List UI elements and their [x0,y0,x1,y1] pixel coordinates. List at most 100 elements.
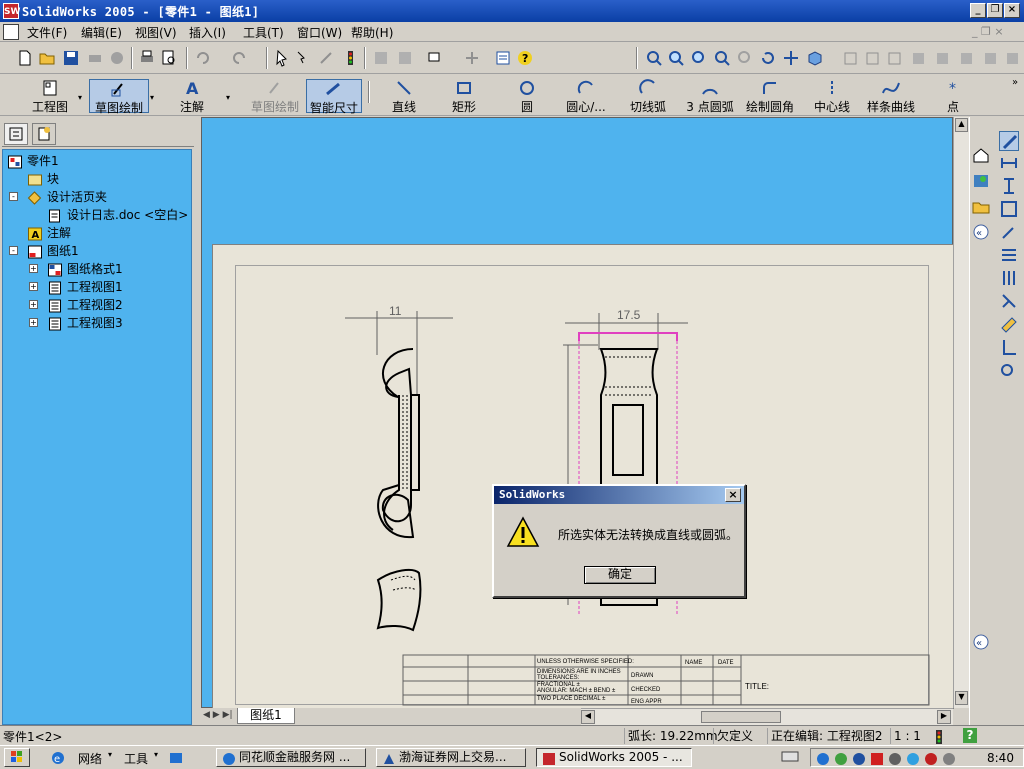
feature-tree-tab[interactable] [4,123,28,145]
shadows-icon[interactable] [958,49,976,67]
sketch-icon[interactable] [318,49,336,67]
rebuild-status-icon[interactable] [932,729,946,745]
smart-dimension-icon[interactable] [999,131,1019,151]
hidden-removed-icon[interactable] [886,49,904,67]
expand-panel-icon[interactable]: « [972,633,990,651]
dialog-close-button[interactable]: × [725,488,741,502]
scroll-up-arrow[interactable]: ▲ [955,118,968,132]
shaded-edges-icon[interactable] [910,49,928,67]
tree-item[interactable]: + 工程视图3 [3,314,191,332]
tree-expander[interactable]: + [29,264,38,273]
standard-views-icon[interactable] [806,49,824,67]
tree-item[interactable]: 块 [3,170,191,188]
vertical-ordinate-icon[interactable] [999,268,1019,288]
dimension-17-5[interactable]: 17.5 [565,308,688,350]
toolbar-overflow-icon[interactable]: » [1012,77,1018,88]
display-relations-icon[interactable] [999,360,1019,380]
wireframe-icon[interactable] [842,49,860,67]
tree-item[interactable]: 零件1 [3,152,191,170]
keyboard-indicator[interactable] [780,748,804,767]
baseline-dimension-icon[interactable] [999,199,1019,219]
tab-nav-arrows[interactable]: ◀ ▶ ▶| [203,710,233,720]
rectangle-button[interactable]: 矩形 [442,79,486,114]
design-library-icon[interactable] [971,171,991,191]
property-manager-tab[interactable] [32,123,56,145]
sketch-disabled-button[interactable]: 草图绘制 [245,79,305,114]
tree-item[interactable]: - 设计活页夹 [3,188,191,206]
tools-toolbar[interactable]: 工具 [124,750,148,767]
tree-expander[interactable]: - [9,192,18,201]
drawing-command-button[interactable]: 工程图 [22,79,78,114]
chamfer-dimension-icon[interactable] [999,291,1019,311]
start-button[interactable] [4,748,30,767]
print-preview-icon[interactable] [86,49,104,67]
chevron-down-icon[interactable]: ▾ [226,93,230,102]
menu-file[interactable]: 文件(F) [27,24,67,41]
centerline-button[interactable]: 中心线 [810,79,854,114]
tree-item[interactable]: + 工程视图1 [3,278,191,296]
shaded-icon[interactable] [934,49,952,67]
menu-insert[interactable]: 插入(I) [189,24,226,41]
new-file-icon[interactable] [16,49,34,67]
file-explorer-icon[interactable] [971,197,991,217]
task-trading[interactable]: 渤海证券网上交易... [376,748,526,767]
menu-edit[interactable]: 编辑(E) [81,24,122,41]
view1-profile[interactable] [377,348,420,539]
tree-expander[interactable]: + [29,300,38,309]
scroll-down-arrow[interactable]: ▼ [955,691,968,705]
menu-view[interactable]: 视图(V) [135,24,177,41]
solidworks-app-icon[interactable]: SW [3,3,20,19]
task-browser[interactable]: 同花顺金融服务网 ... [216,748,366,767]
three-point-arc-button[interactable]: 3 点圆弧 [682,79,738,114]
tree-item[interactable]: 设计日志.doc <空白> [3,206,191,224]
vertical-dimension-icon[interactable] [999,176,1019,196]
annotation-command-button[interactable]: A 注解 [164,79,220,114]
menu-tools[interactable]: 工具(T) [243,24,284,41]
previous-view-icon[interactable] [736,49,754,67]
sketch-command-button[interactable]: 草图绘制 [89,79,149,115]
point-button[interactable]: * 点 [940,79,966,114]
section-view-icon[interactable] [1004,49,1022,67]
scroll-thumb[interactable] [701,711,781,723]
zoom-in-out-icon[interactable] [690,49,708,67]
ok-button[interactable]: 确定 [584,566,656,584]
dimension-11[interactable]: 11 [345,304,453,395]
options-icon[interactable] [108,49,126,67]
collapse-panel-icon[interactable]: « [972,223,990,241]
chevron-down-icon[interactable]: ▾ [78,93,82,102]
scroll-left-arrow[interactable]: ◀ [581,710,595,724]
smart-dimension-button[interactable]: 智能尺寸 [306,79,362,115]
grid-icon[interactable] [372,49,390,67]
move-icon[interactable] [463,49,481,67]
network-tool-icon[interactable] [168,750,184,766]
perspective-icon[interactable] [982,49,1000,67]
horizontal-ordinate-icon[interactable] [999,245,1019,265]
spline-button[interactable]: 样条曲线 [864,79,918,114]
tree-item[interactable]: A 注解 [3,224,191,242]
zoom-area-icon[interactable] [667,49,685,67]
help-question-icon[interactable]: ? [516,49,534,67]
tree-item[interactable]: + 图纸格式1 [3,260,191,278]
circle-button[interactable]: 圆 [505,79,549,114]
horizontal-dimension-icon[interactable] [999,153,1019,173]
ordinate-dimension-icon[interactable] [999,222,1019,242]
redo-icon[interactable] [230,49,248,67]
design-table-icon[interactable] [427,49,445,67]
chevron-down-icon[interactable]: ▾ [154,750,158,759]
select-icon[interactable] [273,49,291,67]
properties-icon[interactable] [494,49,512,67]
tree-item[interactable]: + 工程视图2 [3,296,191,314]
zoom-to-fit-icon[interactable] [645,49,663,67]
fully-define-icon[interactable] [999,314,1019,334]
rebuild-icon[interactable] [341,49,359,67]
table-icon[interactable] [396,49,414,67]
zoom-selection-icon[interactable] [713,49,731,67]
minimize-button[interactable]: _ [970,3,986,18]
print-icon[interactable] [138,49,156,67]
tree-expander[interactable]: - [9,246,18,255]
chevron-down-icon[interactable]: ▾ [150,93,154,102]
tray-icons[interactable] [815,751,955,766]
close-window-button[interactable]: × [1004,3,1020,18]
chevron-down-icon[interactable]: ▾ [108,750,112,759]
graphics-area[interactable]: 11 17.5 UNLESS OTHERWISE SPECIFIED: NAME… [201,117,954,709]
